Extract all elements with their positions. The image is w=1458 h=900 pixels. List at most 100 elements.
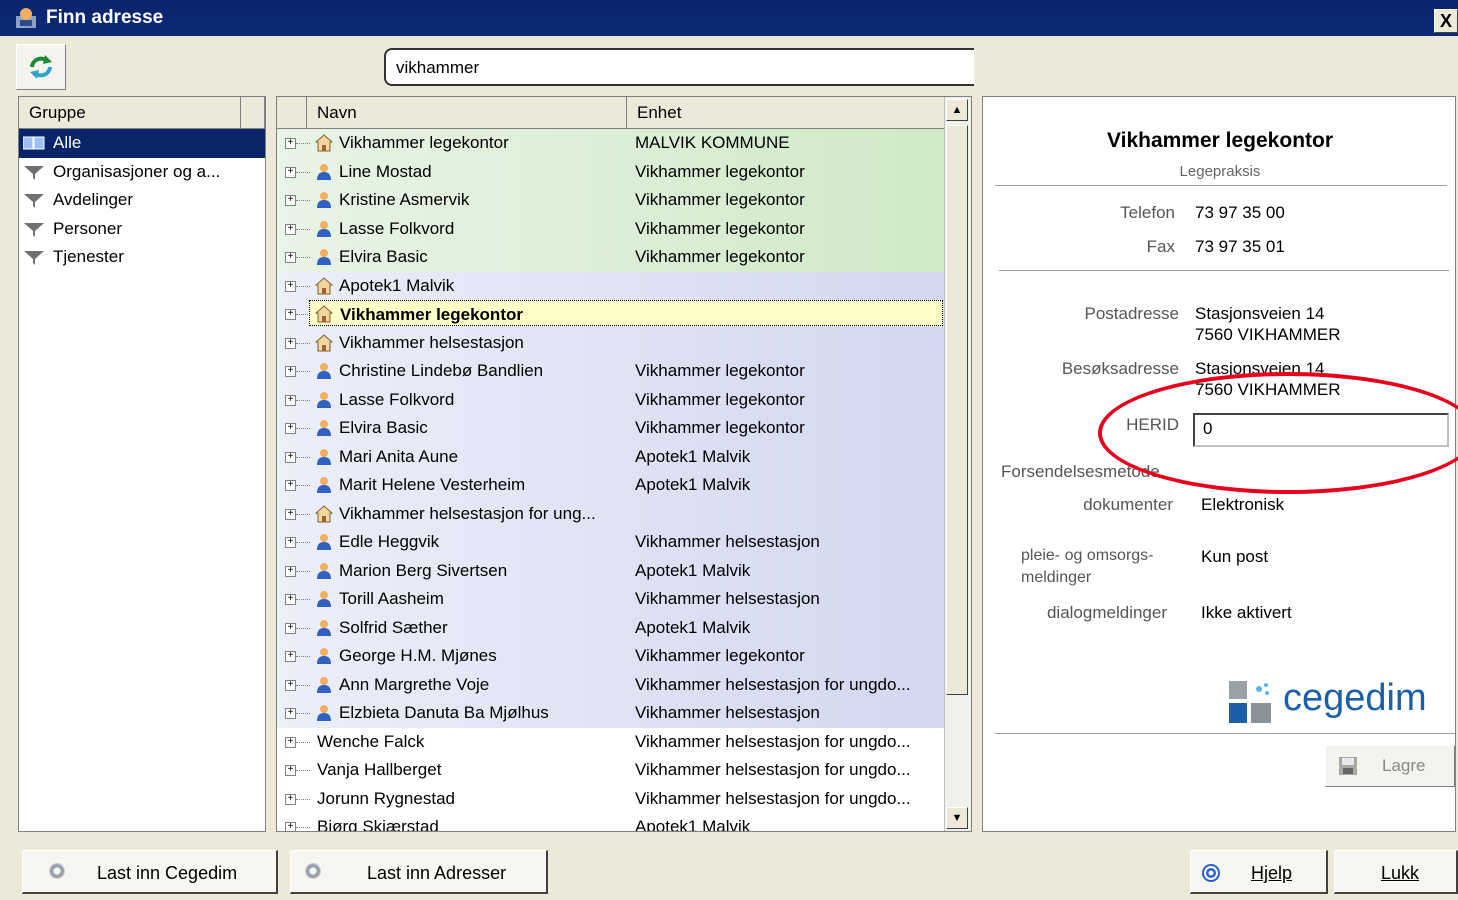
expand-icon[interactable]: + (285, 822, 296, 831)
scroll-down-button[interactable]: ▼ (946, 807, 968, 829)
close-button[interactable]: Lukk (1334, 850, 1458, 894)
table-row[interactable]: + Solfrid Sæther Apotek1 Malvik (277, 613, 945, 642)
save-button[interactable]: Lagre (1325, 745, 1455, 787)
tree-line (296, 200, 310, 201)
expand-icon[interactable]: + (285, 679, 296, 691)
table-row[interactable]: + Kristine Asmervik Vikhammer legekontor (277, 186, 945, 215)
expand-icon[interactable]: + (285, 565, 296, 577)
table-row[interactable]: + Elzbieta Danuta Ba Mjølhus Vikhammer hel… (277, 699, 945, 728)
cog-icon (49, 863, 65, 879)
table-row[interactable]: + Wenche Falck Vikhammer helsestasjon for … (277, 727, 945, 756)
expand-icon[interactable]: + (285, 451, 296, 463)
close-window-button[interactable]: X (1434, 9, 1458, 33)
expand-icon[interactable]: + (285, 366, 296, 377)
table-row[interactable]: + Apotek1 Malvik (277, 271, 945, 300)
expand-icon[interactable]: + (285, 480, 296, 491)
table-row[interactable]: + Marion Berg Sivertsen Apotek1 Malvik (277, 556, 945, 585)
list-header: Navn Enhet (277, 97, 945, 129)
expand-icon[interactable]: + (285, 423, 296, 434)
group-column-header[interactable]: Gruppe (19, 97, 241, 128)
expand-icon[interactable]: + (285, 309, 296, 320)
window-title: Finn adresse (46, 7, 164, 28)
scroll-thumb[interactable] (946, 125, 968, 695)
table-row[interactable]: + Lasse Folkvord Vikhammer legekontor (277, 214, 945, 243)
tree-line (296, 599, 310, 600)
table-row[interactable]: + Christine Lindebø Bandlien Vikhammer leg… (277, 357, 945, 386)
expand-icon[interactable]: + (285, 280, 296, 292)
pleie-label-line1: pleie- og omsorgs- (1021, 547, 1154, 564)
person-icon (317, 420, 331, 436)
expand-icon[interactable]: + (285, 793, 296, 805)
table-row[interactable]: + Torill Aasheim Vikhammer helsestasjon (277, 585, 945, 614)
tree-line (296, 542, 310, 543)
expand-icon[interactable]: + (285, 195, 296, 206)
table-row[interactable]: + Vikhammer legekontor (277, 300, 945, 329)
row-unit: Vikhammer helsestasjon for ungdo... (635, 760, 911, 779)
detail-panel: Vikhammer legekontor Legepraksis Telefon… (982, 96, 1456, 832)
expand-icon[interactable]: + (285, 252, 296, 263)
expand-icon[interactable]: + (285, 508, 296, 520)
fax-value: 73 97 35 01 (1195, 237, 1285, 256)
load-cegedim-button[interactable]: Last inn Cegedim (22, 850, 278, 894)
group-item[interactable]: Organisasjoner og a... (19, 158, 265, 187)
expand-icon[interactable]: + (285, 736, 296, 748)
search-input[interactable]: vikhammer (384, 48, 974, 86)
group-item[interactable]: Tjenester (19, 243, 265, 272)
refresh-button[interactable] (16, 44, 66, 90)
expand-icon[interactable]: + (285, 622, 296, 634)
tree-line (296, 399, 310, 401)
column-header-enhet[interactable]: Enhet (627, 97, 945, 128)
table-row[interactable]: + Mari Anita Aune Apotek1 Malvik (277, 442, 945, 471)
group-item[interactable]: Alle (19, 129, 265, 158)
table-row[interactable]: + Bjørg Skjærstad Apotek1 Malvik (277, 813, 945, 831)
table-row[interactable]: + Vikhammer helsestasjon (277, 328, 945, 357)
expand-icon[interactable]: + (285, 765, 296, 776)
table-row[interactable]: + Vanja Hallberget Vikhammer helsestasjon … (277, 756, 945, 785)
table-row[interactable]: + Elvira Basic Vikhammer legekontor (277, 243, 945, 272)
row-unit: Vikhammer helsestasjon (635, 589, 820, 608)
expand-icon[interactable]: + (285, 138, 296, 149)
divider (995, 185, 1447, 186)
expand-icon[interactable]: + (285, 708, 296, 719)
group-header: Gruppe (19, 97, 265, 129)
scroll-up-button[interactable]: ▲ (946, 99, 968, 121)
filter-icon (24, 222, 44, 237)
save-button-label: Lagre (1382, 756, 1426, 775)
person-icon (317, 619, 331, 636)
row-unit: Vikhammer helsestasjon for ungdo... (635, 731, 911, 751)
expand-icon[interactable]: + (285, 651, 296, 662)
house-icon (315, 134, 333, 152)
filter-icon (24, 251, 44, 265)
divider (999, 270, 1449, 271)
table-row[interactable]: + Lasse Folkvord Vikhammer legekontor (277, 385, 945, 414)
table-row[interactable]: + Vikhammer legekontor MALVIK KOMMUNE (277, 129, 945, 158)
column-header-navn[interactable]: Navn (307, 97, 627, 128)
house-icon (315, 504, 333, 522)
help-button[interactable]: Hjelp (1190, 850, 1328, 894)
herid-input[interactable]: 0 (1193, 413, 1449, 447)
table-row[interactable]: + Marit Helene Vesterheim Apotek1 Malvik (277, 471, 945, 500)
person-icon (317, 192, 331, 208)
expand-icon[interactable]: + (285, 223, 296, 235)
table-row[interactable]: + Elvira Basic Vikhammer legekontor (277, 414, 945, 443)
table-row[interactable]: + Edle Heggvik Vikhammer helsestasjon (277, 528, 945, 557)
vertical-scrollbar[interactable]: ▲ ▼ (944, 97, 971, 831)
row-unit: Vikhammer legekontor (635, 247, 805, 266)
load-addresses-button[interactable]: Last inn Adresser (290, 850, 548, 894)
table-row[interactable]: + Line Mostad Vikhammer legekontor (277, 157, 945, 186)
expand-icon[interactable]: + (285, 166, 296, 178)
expand-icon[interactable]: + (285, 337, 296, 349)
table-row[interactable]: + Jorunn Rygnestad Vikhammer helsestasjon … (277, 784, 945, 813)
table-row[interactable]: + Vikhammer helsestasjon for ung... (277, 499, 945, 528)
person-icon (317, 562, 331, 579)
table-row[interactable]: + George H.M. Mjønes Vikhammer legekontor (277, 642, 945, 671)
table-row[interactable]: + Ann Margrethe Voje Vikhammer helsestasjo… (277, 670, 945, 699)
expand-icon[interactable]: + (285, 394, 296, 406)
person-icon (317, 249, 331, 265)
person-icon (317, 363, 331, 379)
expand-icon[interactable]: + (285, 594, 296, 605)
expand-icon[interactable]: + (285, 537, 296, 548)
close-label: Lukk (1381, 863, 1420, 883)
group-item[interactable]: Personer (19, 215, 265, 244)
group-item[interactable]: Avdelinger (19, 186, 265, 215)
